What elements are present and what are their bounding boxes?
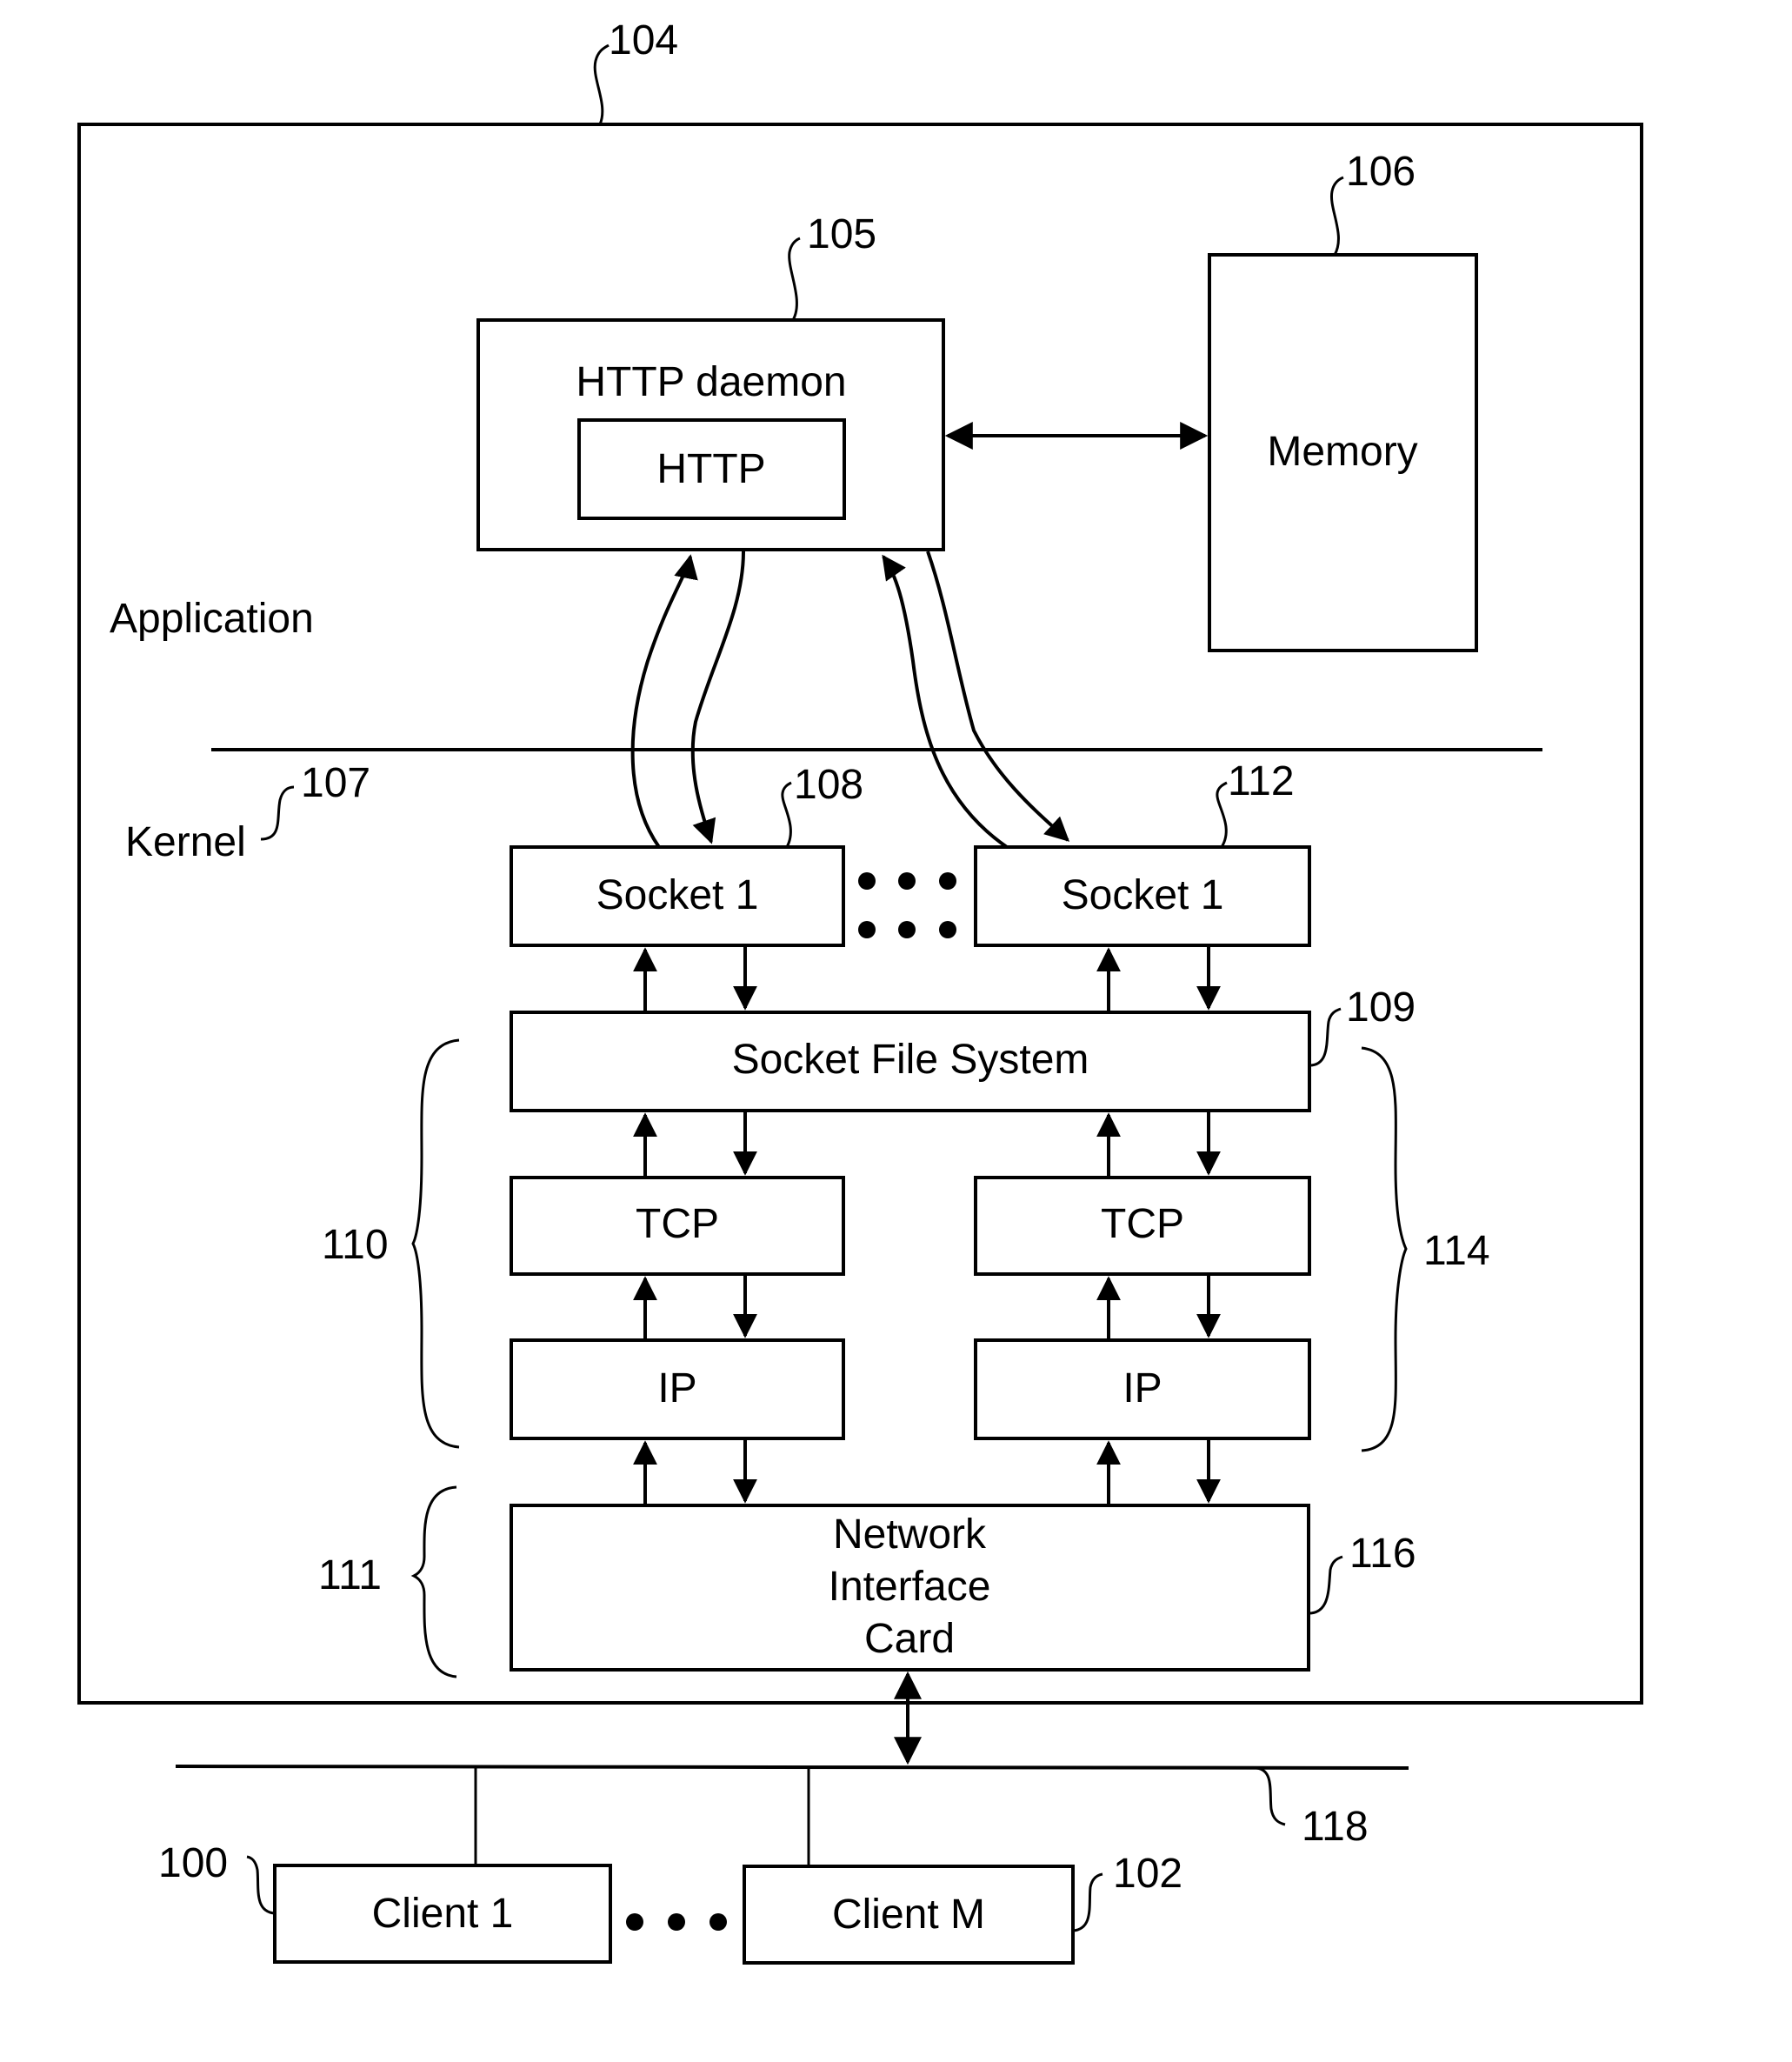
network-server-diagram: 104 HTTP daemon HTTP 105 Memory 106 Appl… bbox=[77, 17, 1643, 1965]
tcp-b-label: TCP bbox=[1101, 1201, 1184, 1247]
kernel-label: Kernel bbox=[125, 819, 246, 865]
server-ref-leader bbox=[593, 43, 610, 125]
client-1-label: Client 1 bbox=[372, 1891, 514, 1937]
socket-a-label: Socket 1 bbox=[596, 872, 759, 918]
nic-label-line1: Network bbox=[833, 1511, 987, 1558]
nic-label-line3: Card bbox=[864, 1616, 955, 1662]
client-1-ref: 100 bbox=[158, 1840, 228, 1886]
http-daemon-label: HTTP daemon bbox=[576, 359, 846, 405]
client-m-ref-leader bbox=[1072, 1872, 1103, 1932]
client-m-ref: 102 bbox=[1113, 1851, 1182, 1897]
network-ref-leader bbox=[1256, 1766, 1286, 1826]
client-ellipsis bbox=[626, 1913, 727, 1931]
socket-a-ref: 108 bbox=[794, 762, 863, 808]
network-bus bbox=[175, 1765, 1409, 1770]
memory-label: Memory bbox=[1267, 429, 1417, 475]
nic-ref: 116 bbox=[1349, 1531, 1416, 1577]
socket-b-label: Socket 1 bbox=[1062, 872, 1224, 918]
ip-b-label: IP bbox=[1122, 1365, 1162, 1411]
stack-a-ref: 110 bbox=[322, 1222, 389, 1268]
nic-group-ref: 111 bbox=[318, 1552, 382, 1598]
application-label: Application bbox=[110, 596, 314, 642]
client-m-label: Client M bbox=[832, 1892, 985, 1938]
nic-label-line2: Interface bbox=[829, 1564, 991, 1610]
memory-ref: 106 bbox=[1346, 149, 1416, 195]
stack-b-ref: 114 bbox=[1423, 1228, 1490, 1274]
ip-a-label: IP bbox=[657, 1365, 696, 1411]
http-label: HTTP bbox=[656, 446, 765, 492]
server-ref: 104 bbox=[609, 17, 678, 63]
tcp-a-label: TCP bbox=[636, 1201, 719, 1247]
client-1-ref-leader bbox=[246, 1855, 276, 1915]
socket-file-system-label: Socket File System bbox=[732, 1037, 1089, 1083]
kernel-ref: 107 bbox=[301, 760, 370, 806]
network-ref: 118 bbox=[1302, 1804, 1369, 1850]
http-daemon-ref: 105 bbox=[807, 211, 876, 257]
socket-b-ref: 112 bbox=[1228, 758, 1295, 804]
socket-fs-ref: 109 bbox=[1346, 984, 1416, 1031]
